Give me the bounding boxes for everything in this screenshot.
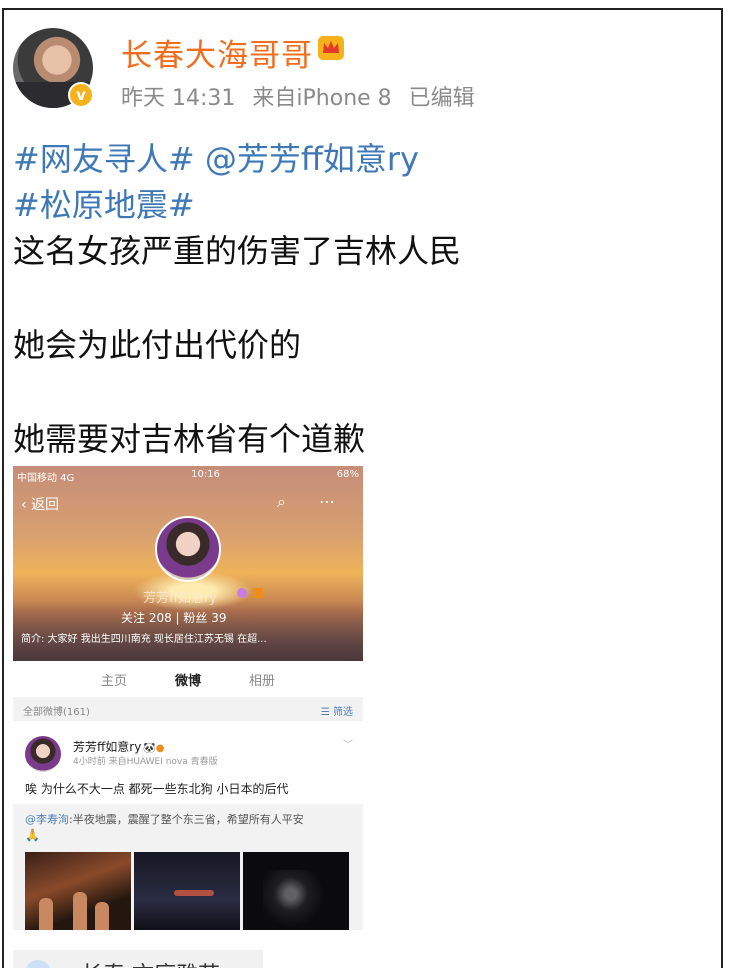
status-bar: 中国移动 4G 10:16 68% [17,469,359,485]
post-time: 昨天 14:31 [121,86,236,111]
post-meta: 昨天 14:31 来自iPhone 8 已编辑 [121,80,485,112]
embedded-screenshot[interactable]: 中国移动 4G 10:16 68% ‹ 返回 ⌕ ⋯ 芳芳ff如意ry 关注 2… [13,466,363,930]
profile-bio: 简介: 大家好 我出生四川南充 现长居住江苏无锡 在超... [21,634,267,645]
filter-bar: 全部微博(161) ☰ 筛选 [13,697,363,721]
post-text-line: 她会为此付出代价的 [13,326,302,364]
edited-label[interactable]: 已编辑 [409,86,475,111]
profile-tabs: 主页 微博 相册 [13,661,363,705]
profile-avatar [155,516,221,582]
post-author: 芳芳ff如意ry 🐼● [73,740,165,754]
post-avatar [25,736,61,772]
profile-badges-icon [237,588,263,601]
mention-link[interactable]: @芳芳ff如意ry [205,140,419,178]
tab-weibo: 微博 [175,670,201,705]
repost-image [243,852,349,930]
carrier-label: 中国移动 4G [17,473,75,484]
pray-emoji: 🙏 [25,828,40,842]
search-more-icons: ⌕ ⋯ [276,492,349,511]
repost-image [25,852,131,930]
post-text-line: 这名女孩严重的伤害了吉林人民 [13,232,462,270]
repost-block: @李寿洵:半夜地震，震醒了整个东三省，希望所有人平安 🙏 [13,804,363,930]
tab-album: 相册 [249,674,276,689]
weibo-post: v 长春大海哥哥 昨天 14:31 来自iPhone 8 已编辑 #网友寻人# … [2,8,723,968]
post-content: #网友寻人# @芳芳ff如意ry #松原地震# 这名女孩严重的伤害了吉林人民 她… [13,136,713,462]
location-pin-icon [25,960,51,968]
clock-label: 10:16 [191,469,220,480]
embedded-post-text: 唉 为什么不大一点 都死一些东北狗 小日本的后代 [25,782,289,796]
tab-home: 主页 [100,674,127,689]
profile-cover: 中国移动 4G 10:16 68% ‹ 返回 ⌕ ⋯ 芳芳ff如意ry 关注 2… [13,466,363,661]
chevron-down-icon: ﹀ [343,740,353,751]
repost-text: @李寿洵:半夜地震，震醒了整个东三省，希望所有人平安 [25,813,304,826]
username[interactable]: 长春大海哥哥 [121,30,313,75]
location-label: 长春·文庭雅苑 [81,957,220,968]
profile-name: 芳芳ff如意ry [143,591,217,606]
battery-label: 68% [336,469,359,480]
post-text-line: 她需要对吉林省有个道歉 [13,420,366,458]
follow-stats: 关注 208 | 粉丝 39 [121,611,227,625]
post-source: 来自iPhone 8 [252,86,392,111]
post-author-meta: 4小时前 来自HUAWEI nova 青春版 [73,757,218,767]
location-tag[interactable]: 长春·文庭雅苑 [13,950,263,968]
topic-tag[interactable]: #网友寻人# [13,140,195,178]
back-button: ‹ 返回 [21,497,60,513]
crown-member-icon [318,36,344,60]
filter-button: ☰ 筛选 [320,707,353,718]
repost-image [134,852,240,930]
verified-badge-icon: v [68,82,94,108]
topic-tag[interactable]: #松原地震# [13,182,713,228]
all-posts-count: 全部微博(161) [23,707,90,718]
